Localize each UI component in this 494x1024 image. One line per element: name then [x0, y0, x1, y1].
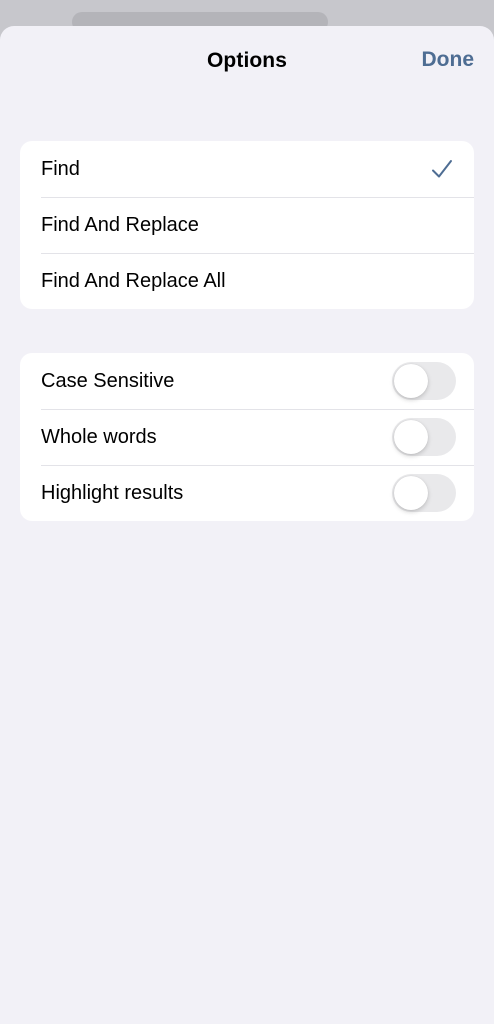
- page-title: Options: [206, 49, 288, 72]
- done-button[interactable]: Done: [422, 48, 475, 72]
- option-row-label: Whole words: [41, 425, 157, 448]
- highlight-results-toggle[interactable]: [392, 474, 456, 512]
- toggle-knob: [394, 420, 428, 454]
- toggle-knob: [394, 364, 428, 398]
- options-sheet: Options Done Find Find And Replace Find …: [0, 26, 494, 1024]
- find-mode-group: Find Find And Replace Find And Replace A…: [20, 141, 474, 309]
- whole-words-toggle[interactable]: [392, 418, 456, 456]
- option-row-case-sensitive: Case Sensitive: [20, 353, 474, 409]
- search-options-group: Case Sensitive Whole words Highlight res…: [20, 353, 474, 521]
- mode-row-find[interactable]: Find: [20, 141, 474, 197]
- mode-row-find-and-replace-all[interactable]: Find And Replace All: [20, 253, 474, 309]
- mode-row-label: Find: [41, 157, 80, 180]
- option-row-label: Highlight results: [41, 481, 184, 504]
- mode-row-label: Find And Replace All: [41, 269, 226, 292]
- navigation-bar: Options Done: [0, 26, 494, 98]
- mode-row-find-and-replace[interactable]: Find And Replace: [20, 197, 474, 253]
- option-row-label: Case Sensitive: [41, 369, 175, 392]
- mode-row-label: Find And Replace: [41, 213, 199, 236]
- case-sensitive-toggle[interactable]: [392, 362, 456, 400]
- toggle-knob: [394, 476, 428, 510]
- checkmark-icon: [432, 160, 452, 178]
- option-row-whole-words: Whole words: [20, 409, 474, 465]
- option-row-highlight-results: Highlight results: [20, 465, 474, 521]
